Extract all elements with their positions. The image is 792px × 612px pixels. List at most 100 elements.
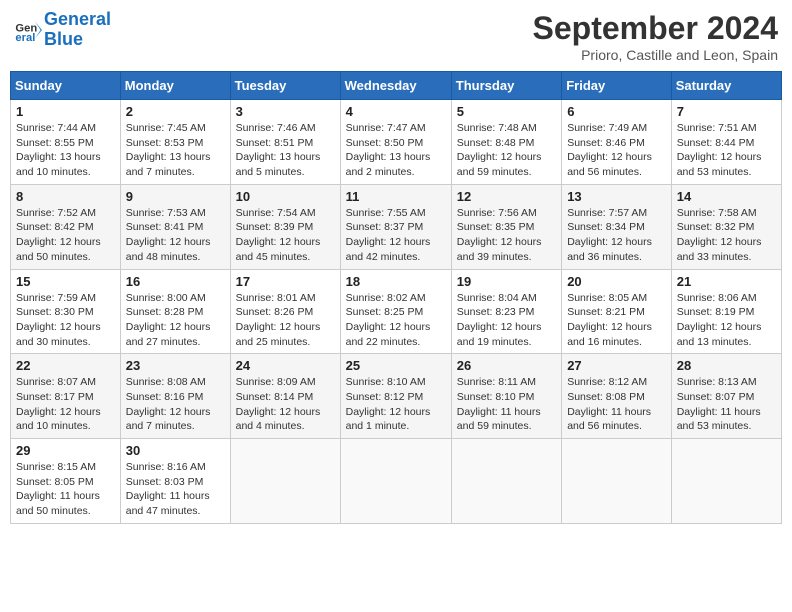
- day-number: 19: [457, 274, 556, 289]
- day-info: Sunrise: 7:49 AMSunset: 8:46 PMDaylight:…: [567, 121, 666, 180]
- calendar-cell: 12 Sunrise: 7:56 AMSunset: 8:35 PMDayligh…: [451, 184, 561, 269]
- day-number: 29: [16, 443, 115, 458]
- calendar-cell: 8Sunrise: 7:52 AMSunset: 8:42 PMDaylight…: [11, 184, 121, 269]
- col-header-thursday: Thursday: [451, 72, 561, 100]
- col-header-sunday: Sunday: [11, 72, 121, 100]
- calendar-cell: [230, 439, 340, 524]
- logo-icon: Gen eral: [14, 16, 42, 44]
- day-number: 30: [126, 443, 225, 458]
- day-number: 25: [346, 358, 446, 373]
- day-number: 22: [16, 358, 115, 373]
- day-info: Sunrise: 8:11 AMSunset: 8:10 PMDaylight:…: [457, 375, 556, 434]
- calendar-cell: 3Sunrise: 7:46 AMSunset: 8:51 PMDaylight…: [230, 100, 340, 185]
- logo-text-line2: Blue: [44, 30, 111, 50]
- day-info: Sunrise: 8:01 AMSunset: 8:26 PMDaylight:…: [236, 291, 335, 350]
- calendar-cell: 19 Sunrise: 8:04 AMSunset: 8:23 PMDayligh…: [451, 269, 561, 354]
- day-number: 6: [567, 104, 666, 119]
- day-number: 12: [457, 189, 556, 204]
- calendar-cell: 13 Sunrise: 7:57 AMSunset: 8:34 PMDayligh…: [562, 184, 672, 269]
- calendar-cell: 26 Sunrise: 8:11 AMSunset: 8:10 PMDayligh…: [451, 354, 561, 439]
- calendar-cell: 24Sunrise: 8:09 AMSunset: 8:14 PMDayligh…: [230, 354, 340, 439]
- day-number: 21: [677, 274, 776, 289]
- day-info: Sunrise: 7:51 AMSunset: 8:44 PMDaylight:…: [677, 121, 776, 180]
- svg-text:eral: eral: [15, 32, 35, 44]
- day-info: Sunrise: 7:55 AMSunset: 8:37 PMDaylight:…: [346, 206, 446, 265]
- calendar-cell: 10 Sunrise: 7:54 AMSunset: 8:39 PMDayligh…: [230, 184, 340, 269]
- calendar-cell: 25 Sunrise: 8:10 AMSunset: 8:12 PMDayligh…: [340, 354, 451, 439]
- day-number: 16: [126, 274, 225, 289]
- calendar-cell: 15 Sunrise: 7:59 AMSunset: 8:30 PMDayligh…: [11, 269, 121, 354]
- calendar-cell: 14 Sunrise: 7:58 AMSunset: 8:32 PMDayligh…: [671, 184, 781, 269]
- calendar-cell: 20 Sunrise: 8:05 AMSunset: 8:21 PMDayligh…: [562, 269, 672, 354]
- day-info: Sunrise: 8:00 AMSunset: 8:28 PMDaylight:…: [126, 291, 225, 350]
- day-info: Sunrise: 8:04 AMSunset: 8:23 PMDaylight:…: [457, 291, 556, 350]
- calendar-week-row: 8Sunrise: 7:52 AMSunset: 8:42 PMDaylight…: [11, 184, 782, 269]
- calendar-week-row: 29 Sunrise: 8:15 AMSunset: 8:05 PMDayligh…: [11, 439, 782, 524]
- day-number: 13: [567, 189, 666, 204]
- day-number: 28: [677, 358, 776, 373]
- day-number: 3: [236, 104, 335, 119]
- calendar-cell: 9Sunrise: 7:53 AMSunset: 8:41 PMDaylight…: [120, 184, 230, 269]
- calendar-cell: 4 Sunrise: 7:47 AMSunset: 8:50 PMDaylight…: [340, 100, 451, 185]
- location: Prioro, Castille and Leon, Spain: [533, 47, 778, 63]
- month-title: September 2024: [533, 10, 778, 47]
- day-info: Sunrise: 7:54 AMSunset: 8:39 PMDaylight:…: [236, 206, 335, 265]
- col-header-friday: Friday: [562, 72, 672, 100]
- logo-text-line1: General: [44, 10, 111, 30]
- calendar-table: SundayMondayTuesdayWednesdayThursdayFrid…: [10, 71, 782, 524]
- day-number: 7: [677, 104, 776, 119]
- day-number: 5: [457, 104, 556, 119]
- day-info: Sunrise: 8:07 AMSunset: 8:17 PMDaylight:…: [16, 375, 115, 434]
- calendar-cell: [562, 439, 672, 524]
- day-info: Sunrise: 8:13 AMSunset: 8:07 PMDaylight:…: [677, 375, 776, 434]
- day-number: 18: [346, 274, 446, 289]
- day-info: Sunrise: 8:05 AMSunset: 8:21 PMDaylight:…: [567, 291, 666, 350]
- calendar-cell: 29 Sunrise: 8:15 AMSunset: 8:05 PMDayligh…: [11, 439, 121, 524]
- day-info: Sunrise: 8:15 AMSunset: 8:05 PMDaylight:…: [16, 460, 115, 519]
- calendar-cell: 18Sunrise: 8:02 AMSunset: 8:25 PMDayligh…: [340, 269, 451, 354]
- calendar-cell: 30 Sunrise: 8:16 AMSunset: 8:03 PMDayligh…: [120, 439, 230, 524]
- day-number: 1: [16, 104, 115, 119]
- calendar-cell: 6 Sunrise: 7:49 AMSunset: 8:46 PMDaylight…: [562, 100, 672, 185]
- day-info: Sunrise: 8:16 AMSunset: 8:03 PMDaylight:…: [126, 460, 225, 519]
- day-number: 9: [126, 189, 225, 204]
- col-header-saturday: Saturday: [671, 72, 781, 100]
- day-number: 17: [236, 274, 335, 289]
- logo: Gen eral General Blue: [14, 10, 111, 50]
- calendar-week-row: 15 Sunrise: 7:59 AMSunset: 8:30 PMDayligh…: [11, 269, 782, 354]
- day-number: 27: [567, 358, 666, 373]
- day-info: Sunrise: 7:52 AMSunset: 8:42 PMDaylight:…: [16, 206, 115, 265]
- day-info: Sunrise: 7:56 AMSunset: 8:35 PMDaylight:…: [457, 206, 556, 265]
- day-info: Sunrise: 7:57 AMSunset: 8:34 PMDaylight:…: [567, 206, 666, 265]
- day-info: Sunrise: 7:47 AMSunset: 8:50 PMDaylight:…: [346, 121, 446, 180]
- calendar-cell: 2Sunrise: 7:45 AMSunset: 8:53 PMDaylight…: [120, 100, 230, 185]
- day-number: 14: [677, 189, 776, 204]
- day-number: 4: [346, 104, 446, 119]
- calendar-cell: 7 Sunrise: 7:51 AMSunset: 8:44 PMDaylight…: [671, 100, 781, 185]
- col-header-monday: Monday: [120, 72, 230, 100]
- calendar-cell: [451, 439, 561, 524]
- day-number: 23: [126, 358, 225, 373]
- calendar-cell: 28 Sunrise: 8:13 AMSunset: 8:07 PMDayligh…: [671, 354, 781, 439]
- day-info: Sunrise: 7:45 AMSunset: 8:53 PMDaylight:…: [126, 121, 225, 180]
- calendar-header-row: SundayMondayTuesdayWednesdayThursdayFrid…: [11, 72, 782, 100]
- calendar-cell: 22 Sunrise: 8:07 AMSunset: 8:17 PMDayligh…: [11, 354, 121, 439]
- day-info: Sunrise: 8:10 AMSunset: 8:12 PMDaylight:…: [346, 375, 446, 434]
- calendar-cell: 1Sunrise: 7:44 AMSunset: 8:55 PMDaylight…: [11, 100, 121, 185]
- day-info: Sunrise: 7:58 AMSunset: 8:32 PMDaylight:…: [677, 206, 776, 265]
- calendar-cell: 11Sunrise: 7:55 AMSunset: 8:37 PMDayligh…: [340, 184, 451, 269]
- calendar-cell: 17 Sunrise: 8:01 AMSunset: 8:26 PMDayligh…: [230, 269, 340, 354]
- day-info: Sunrise: 8:06 AMSunset: 8:19 PMDaylight:…: [677, 291, 776, 350]
- day-info: Sunrise: 7:59 AMSunset: 8:30 PMDaylight:…: [16, 291, 115, 350]
- day-info: Sunrise: 8:09 AMSunset: 8:14 PMDaylight:…: [236, 375, 335, 434]
- day-info: Sunrise: 8:08 AMSunset: 8:16 PMDaylight:…: [126, 375, 225, 434]
- col-header-tuesday: Tuesday: [230, 72, 340, 100]
- day-number: 26: [457, 358, 556, 373]
- day-info: Sunrise: 7:48 AMSunset: 8:48 PMDaylight:…: [457, 121, 556, 180]
- day-number: 10: [236, 189, 335, 204]
- calendar-week-row: 1Sunrise: 7:44 AMSunset: 8:55 PMDaylight…: [11, 100, 782, 185]
- col-header-wednesday: Wednesday: [340, 72, 451, 100]
- day-number: 20: [567, 274, 666, 289]
- day-number: 15: [16, 274, 115, 289]
- calendar-cell: [340, 439, 451, 524]
